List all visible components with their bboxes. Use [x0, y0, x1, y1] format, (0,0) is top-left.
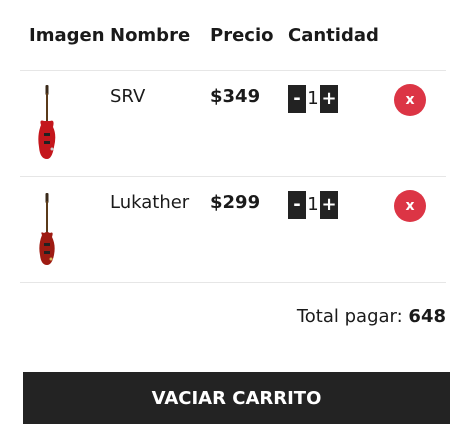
increase-button[interactable]: +: [320, 85, 338, 113]
header-price: Precio: [210, 0, 288, 71]
cart-table: Imagen Nombre Precio Cantidad SRV $349 -…: [20, 0, 446, 283]
table-row: Lukather $299 - 1 + x: [20, 176, 446, 283]
product-name: SRV: [110, 86, 146, 107]
header-actions: [384, 0, 446, 71]
product-price: $299: [210, 192, 261, 213]
header-quantity: Cantidad: [288, 0, 384, 71]
empty-cart-button[interactable]: VACIAR CARRITO: [23, 372, 450, 424]
quantity-value: 1: [307, 194, 319, 215]
guitar-image: [38, 85, 56, 159]
product-price: $349: [210, 86, 261, 107]
product-name: Lukather: [110, 192, 190, 213]
quantity-value: 1: [307, 88, 319, 109]
decrease-button[interactable]: -: [288, 85, 306, 113]
increase-button[interactable]: +: [320, 191, 338, 219]
cart: Imagen Nombre Precio Cantidad SRV $349 -…: [20, 0, 446, 283]
decrease-button[interactable]: -: [288, 191, 306, 219]
quantity-stepper: - 1 +: [288, 191, 384, 219]
remove-item-button[interactable]: x: [394, 84, 426, 116]
quantity-stepper: - 1 +: [288, 85, 384, 113]
cart-total: Total pagar: 648: [297, 306, 446, 327]
header-image: Imagen: [20, 0, 110, 71]
total-label: Total pagar:: [296, 306, 403, 327]
remove-item-button[interactable]: x: [394, 190, 426, 222]
header-name: Nombre: [110, 0, 210, 71]
total-value: 648: [408, 306, 446, 327]
table-header-row: Imagen Nombre Precio Cantidad: [20, 0, 446, 71]
table-row: SRV $349 - 1 + x: [20, 70, 446, 177]
guitar-image: [39, 193, 55, 265]
